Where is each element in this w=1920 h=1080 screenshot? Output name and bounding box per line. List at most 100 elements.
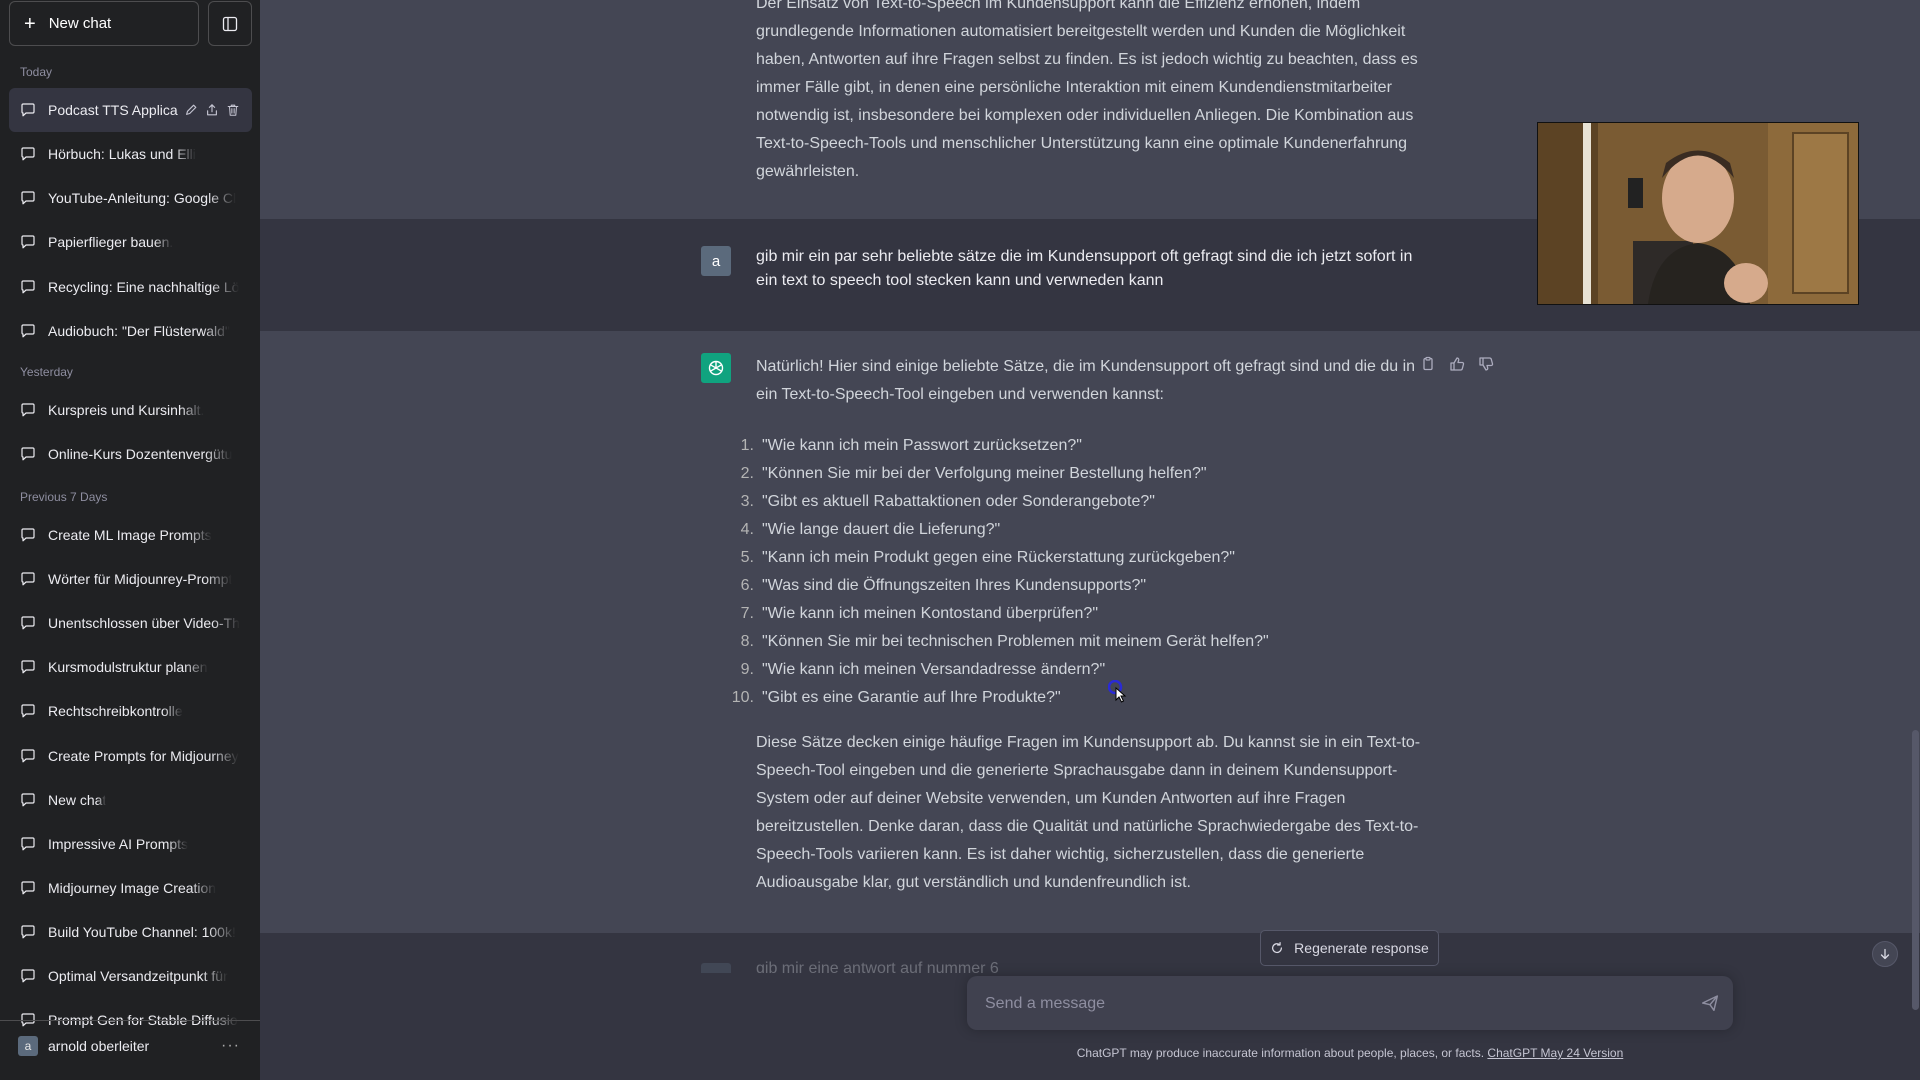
version-link[interactable]: ChatGPT May 24 Version (1487, 1046, 1623, 1060)
footer-text: ChatGPT may produce inaccurate informati… (1076, 1046, 1485, 1060)
question-list-item: 8. "Können Sie mir bei technischen Proble… (741, 628, 1269, 656)
sidebar-chat-label: Wörter für Midjounrey-Prompt (48, 571, 233, 587)
chat-bubble-icon (20, 703, 36, 719)
send-icon[interactable] (1701, 994, 1719, 1012)
list-number: 3. (740, 493, 754, 510)
sidebar-chat-item[interactable]: Impressive AI Prompts (9, 822, 252, 866)
question-list-item: 2. "Können Sie mir bei der Verfolgung mei… (741, 460, 1269, 488)
question-text: "Gibt es aktuell Rabattaktionen oder Son… (762, 493, 1155, 510)
list-number: 1. (740, 437, 754, 454)
question-text: "Gibt es eine Garantie auf Ihre Produkte… (762, 689, 1061, 706)
question-text: "Können Sie mir bei technischen Probleme… (762, 633, 1269, 650)
avatar: a (18, 1035, 38, 1056)
list-number: 2. (740, 465, 754, 482)
sidebar-chat-item[interactable]: Rechtschreibkontrolle (9, 689, 252, 733)
user-message-text: gib mir ein par sehr beliebte sätze die … (756, 248, 1413, 289)
user-menu[interactable]: a arnold oberleiter ··· (0, 1020, 260, 1070)
regenerate-button[interactable]: Regenerate response (1260, 930, 1439, 966)
new-chat-label: New chat (48, 15, 112, 32)
question-text: "Was sind die Öffnungszeiten Ihres Kunde… (762, 577, 1147, 594)
chat-bubble-icon (20, 659, 36, 675)
copy-icon[interactable] (1420, 356, 1436, 372)
question-list-item: 5. "Kann ich mein Produkt gegen eine Rück… (741, 544, 1269, 572)
question-text: "Wie kann ich meinen Versandadresse ände… (762, 661, 1106, 678)
openai-logo-icon (701, 353, 731, 383)
chat-bubble-icon (20, 571, 36, 587)
sidebar-chat-label: Build YouTube Channel: 100k! (48, 924, 236, 940)
sidebar-chat-item[interactable]: Wörter für Midjounrey-Prompt (9, 557, 252, 601)
assistant-message-text: Der Einsatz von Text-to-Speech im Kunden… (756, 0, 1418, 180)
sidebar-chat-label: Create Prompts for Midjourney (48, 748, 239, 764)
question-list-item: 6. "Was sind die Öffnungszeiten Ihres Kun… (741, 572, 1269, 600)
question-list: 1. "Wie kann ich mein Passwort zurücksetz… (732, 432, 1269, 712)
list-number: 5. (740, 549, 754, 566)
sidebar-chat-item[interactable]: Create Prompts for Midjourney (9, 734, 252, 778)
assistant-outro-text: Diese Sätze decken einige häufige Fragen… (756, 734, 1421, 891)
sidebar-chat-item[interactable]: Recycling: Eine nachhaltige Lö (9, 265, 252, 309)
question-text: "Wie lange dauert die Lieferung?" (762, 521, 1001, 538)
list-number: 4. (740, 521, 754, 538)
thumbs-up-icon[interactable] (1449, 356, 1465, 372)
question-list-item: 3. "Gibt es aktuell Rabattaktionen oder S… (741, 488, 1269, 516)
sidebar-chat-item[interactable]: Midjourney Image Creation (9, 866, 252, 910)
mouse-cursor-icon (1108, 680, 1127, 703)
sidebar-chat-label: Kursmodulstruktur planen (48, 659, 208, 675)
message-composer (967, 976, 1733, 1032)
sidebar-chat-item[interactable]: New chat (9, 778, 252, 822)
sidebar-chat-label: YouTube-Anleitung: Google Cl (48, 190, 237, 206)
more-options-icon[interactable]: ··· (221, 1037, 240, 1055)
avatar: a (701, 246, 731, 276)
assistant-intro-text: Natürlich! Hier sind einige beliebte Sät… (756, 358, 1416, 403)
chat-bubble-icon (20, 748, 36, 764)
sidebar-chat-label: Create ML Image Prompts (48, 527, 212, 543)
chat-bubble-icon (20, 323, 36, 339)
chat-bubble-icon (20, 836, 36, 852)
avatar (701, 963, 731, 973)
sidebar-chat-label: Recycling: Eine nachhaltige Lö (48, 279, 240, 295)
sidebar-chat-item[interactable]: Kursmodulstruktur planen (9, 645, 252, 689)
webcam-overlay (1537, 122, 1859, 305)
sidebar-chat-item[interactable]: Unentschlossen über Video-Th (9, 601, 252, 645)
plus-icon: + (24, 12, 36, 35)
sidebar-chat-item[interactable]: Audiobuch: "Der Flüsterwald" (9, 309, 252, 353)
sidebar-chat-item[interactable]: YouTube-Anleitung: Google Cl (9, 176, 252, 220)
sidebar-chat-label: Podcast TTS Applica (48, 102, 178, 118)
scrollbar[interactable] (1912, 730, 1919, 1010)
sidebar-chat-item[interactable]: Build YouTube Channel: 100k! (9, 910, 252, 954)
chat-bubble-icon (20, 792, 36, 808)
chat-bubble-icon (20, 446, 36, 462)
edit-icon[interactable] (184, 103, 198, 117)
sidebar-chat-item[interactable]: Hörbuch: Lukas und Elli (9, 132, 252, 176)
scroll-to-bottom-button[interactable] (1872, 941, 1898, 967)
user-message-next: gib mir eine antwort auf nummer 6 (260, 933, 1920, 973)
list-number: 6. (740, 577, 754, 594)
sidebar-toggle-button[interactable] (208, 1, 252, 46)
question-text: "Wie kann ich meinen Kontostand überprüf… (762, 605, 1099, 622)
sidebar-chat-item[interactable]: Optimal Versandzeitpunkt für (9, 954, 252, 998)
thumbs-down-icon[interactable] (1478, 356, 1494, 372)
share-icon[interactable] (205, 103, 219, 117)
sidebar-chat-item[interactable]: Online-Kurs Dozentenvergütu (9, 432, 252, 476)
trash-icon[interactable] (226, 103, 240, 117)
sidebar-chat-label: Rechtschreibkontrolle (48, 703, 183, 719)
question-text: "Können Sie mir bei der Verfolgung meine… (762, 465, 1207, 482)
message-input[interactable] (983, 976, 1677, 1032)
message-actions (1420, 356, 1494, 372)
user-name: arnold oberleiter (48, 1037, 150, 1054)
question-text: "Kann ich mein Produkt gegen eine Rücker… (762, 549, 1235, 566)
new-chat-button[interactable]: + New chat (9, 1, 199, 46)
sidebar-chat-label: Unentschlossen über Video-Th (48, 615, 240, 631)
sidebar-toggle-icon (222, 16, 238, 31)
chat-bubble-icon (20, 924, 36, 940)
sidebar-chat-label: Midjourney Image Creation (48, 880, 217, 896)
question-list-item: 4. "Wie lange dauert die Lieferung?" (741, 516, 1269, 544)
chat-bubble-icon (20, 968, 36, 984)
assistant-message: Natürlich! Hier sind einige beliebte Sät… (260, 331, 1920, 933)
section-label-yesterday: Yesterday (20, 365, 73, 379)
sidebar-chat-item[interactable]: Papierflieger bauen. (9, 220, 252, 264)
sidebar-chat-item[interactable]: Kurspreis und Kursinhalt. (9, 388, 252, 432)
sidebar-chat-item[interactable]: Create ML Image Prompts (9, 513, 252, 557)
sidebar-chat-item[interactable]: Podcast TTS Applica (9, 88, 252, 132)
section-label-previous-7-days: Previous 7 Days (20, 490, 108, 504)
chat-bubble-icon (20, 279, 36, 295)
